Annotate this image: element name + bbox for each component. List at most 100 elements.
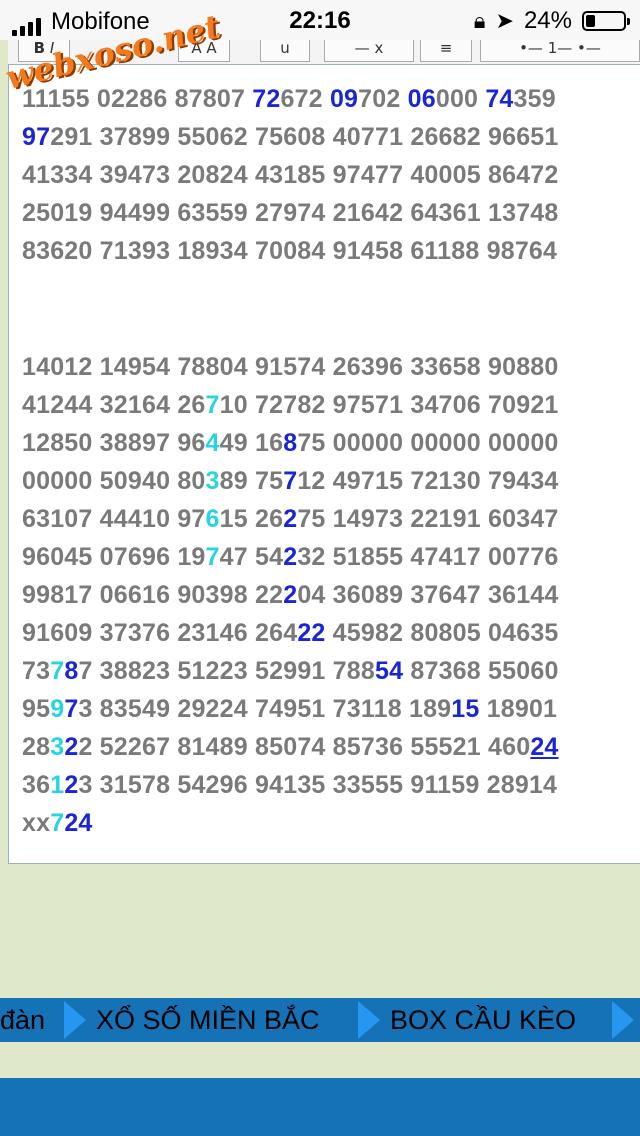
number-segment: 04 36089 37647 36144 — [297, 581, 559, 609]
number-line: 28322 52267 81489 85074 85736 55521 4602… — [22, 730, 559, 764]
number-line: 14012 14954 78804 91574 26396 33658 9088… — [22, 350, 559, 384]
number-segment: 9 — [50, 695, 65, 723]
number-segment: 359 — [513, 85, 556, 113]
category-nav-bar: đàn XỔ SỐ MIỀN BẮC BOX CẦU KÈO — [0, 998, 640, 1042]
number-segment: 18901 — [479, 695, 558, 723]
number-segment: 11155 02286 87807 — [22, 85, 253, 113]
number-segment: 63107 44410 97 — [22, 505, 206, 533]
number-segment: 3 31578 54296 94135 33555 91159 28914 — [78, 771, 558, 799]
list-buttons[interactable]: •— 1— •— — [480, 40, 640, 62]
number-segment: 87368 55060 — [403, 657, 559, 685]
number-segment: 96045 07696 19 — [22, 543, 206, 571]
number-line: 97291 37899 55062 75608 40771 26682 9665… — [22, 120, 559, 154]
number-segment: 2 — [64, 733, 79, 761]
number-segment: 1 — [50, 771, 65, 799]
battery-percent: 24% — [523, 7, 572, 34]
number-line: 95973 83549 29224 74951 73118 18915 1890… — [22, 692, 557, 726]
number-segment: 3 — [50, 733, 65, 761]
number-segment: 291 37899 55062 75608 40771 26682 96651 — [50, 123, 559, 151]
number-segment: 74 — [485, 85, 514, 113]
number-segment: 3 83549 29224 74951 73118 189 — [78, 695, 452, 723]
number-segment: 12850 38897 96 — [22, 429, 206, 457]
number-segment: 91609 37376 23146 264 — [22, 619, 298, 647]
align-button[interactable]: ≡ — [420, 40, 472, 62]
number-segment: 2 — [283, 543, 298, 571]
number-segment: 2 52267 81489 85074 85736 55521 460 — [78, 733, 531, 761]
number-segment: 25019 94499 63559 27974 21642 64361 1374… — [22, 199, 559, 227]
nav-item-xo-so-mien-bac[interactable]: XỔ SỐ MIỀN BẮC — [96, 998, 320, 1042]
number-segment: 75 14973 22191 60347 — [297, 505, 559, 533]
number-segment: 49 16 — [219, 429, 284, 457]
number-line: 73787 38823 51223 52991 78854 87368 5506… — [22, 654, 559, 688]
number-segment: 000 — [435, 85, 486, 113]
rotation-lock-icon: 🔒︎ — [473, 8, 486, 33]
number-segment: 97 — [22, 123, 51, 151]
number-segment: 24 — [64, 809, 93, 837]
number-segment: 672 — [280, 85, 330, 113]
status-bar: Mobifone 22:16 🔒︎ ➤ 24% — [0, 0, 640, 40]
number-segment: 75 00000 00000 00000 — [297, 429, 559, 457]
number-line: 99817 06616 90398 22204 36089 37647 3614… — [22, 578, 559, 612]
number-segment: 2 — [64, 771, 79, 799]
number-segment: 4 — [205, 429, 220, 457]
number-segment: 6 — [205, 505, 220, 533]
number-segment: 41244 32164 26 — [22, 391, 206, 419]
number-segment: 83620 71393 18934 70084 91458 61188 9876… — [22, 237, 558, 265]
highlighted-number-link[interactable]: 24 — [530, 733, 558, 761]
number-segment: 15 26 — [219, 505, 284, 533]
number-segment: 89 75 — [219, 467, 284, 495]
number-line: 91609 37376 23146 26422 45982 80805 0463… — [22, 616, 559, 650]
number-segment: 54 — [375, 657, 404, 685]
nav-item-dan[interactable]: đàn — [0, 998, 45, 1042]
number-line: 41334 39473 20824 43185 97477 40005 8647… — [22, 158, 559, 192]
number-segment: 73 — [22, 657, 51, 685]
number-segment: 10 72782 97571 34706 70921 — [219, 391, 559, 419]
number-segment: 7 — [50, 809, 65, 837]
number-segment: 45982 80805 04635 — [325, 619, 559, 647]
number-segment: 72 — [252, 85, 281, 113]
number-segment: xx — [22, 809, 51, 837]
number-segment: 7 — [283, 467, 298, 495]
number-segment: 15 — [451, 695, 480, 723]
number-segment: 09 — [329, 85, 359, 113]
strike-button[interactable]: — x — [324, 40, 414, 62]
nav-arrow-icon — [612, 1001, 634, 1039]
number-segment: 7 — [205, 543, 220, 571]
number-segment: 99817 06616 90398 22 — [22, 581, 284, 609]
number-segment: 7 — [64, 695, 79, 723]
number-line: 11155 02286 87807 72672 09702 06000 7435… — [22, 82, 556, 116]
number-segment: 2 — [283, 581, 298, 609]
number-segment: 47 54 — [219, 543, 284, 571]
number-segment: 32 51855 47417 00776 — [297, 543, 559, 571]
number-segment: 14012 14954 78804 91574 26396 33658 9088… — [22, 353, 559, 381]
number-segment: 7 38823 51223 52991 788 — [78, 657, 375, 685]
number-segment: 36 — [22, 771, 51, 799]
underline-button[interactable]: u — [260, 40, 310, 62]
number-segment: 8 — [283, 429, 298, 457]
number-segment: 7 — [205, 391, 220, 419]
number-segment: 702 — [358, 85, 408, 113]
number-segment: 7 — [50, 657, 65, 685]
number-line: 96045 07696 19747 54232 51855 47417 0077… — [22, 540, 559, 574]
nav-arrow-icon — [64, 1001, 86, 1039]
battery-icon — [582, 11, 630, 31]
location-arrow-icon: ➤ — [495, 8, 514, 33]
number-segment: 2 — [283, 505, 298, 533]
number-segment: 41334 39473 20824 43185 97477 40005 8647… — [22, 161, 559, 189]
number-line: xx724 — [22, 806, 93, 840]
nav-arrow-icon — [358, 1001, 380, 1039]
number-line: 00000 50940 80389 75712 49715 72130 7943… — [22, 464, 559, 498]
status-right: 🔒︎ ➤ 24% — [473, 7, 630, 35]
number-line: 83620 71393 18934 70084 91458 61188 9876… — [22, 234, 557, 268]
number-segment: 00000 50940 80 — [22, 467, 206, 495]
number-line: 63107 44410 97615 26275 14973 22191 6034… — [22, 502, 559, 536]
nav-item-box-cau-keo[interactable]: BOX CẦU KÈO — [390, 998, 576, 1042]
number-line: 36123 31578 54296 94135 33555 91159 2891… — [22, 768, 557, 802]
number-line: 25019 94499 63559 27974 21642 64361 1374… — [22, 196, 559, 230]
number-segment: 8 — [64, 657, 79, 685]
number-segment: 28 — [22, 733, 51, 761]
number-segment: 3 — [205, 467, 220, 495]
number-line: 41244 32164 26710 72782 97571 34706 7092… — [22, 388, 559, 422]
page-footer — [0, 1078, 640, 1136]
number-segment: 22 — [297, 619, 326, 647]
